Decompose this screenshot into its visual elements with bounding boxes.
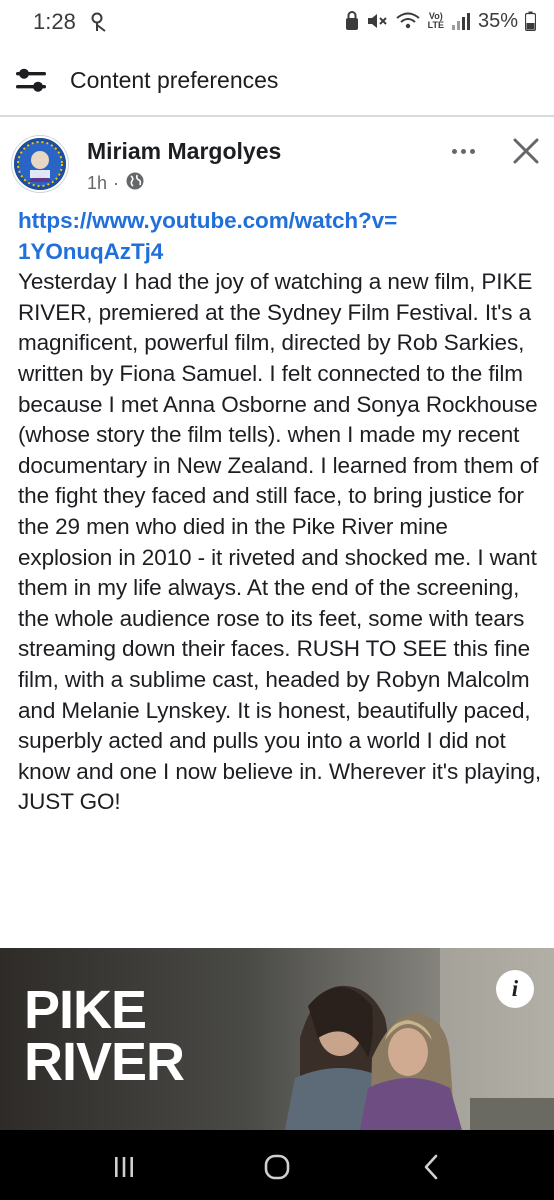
- mute-icon: [366, 11, 388, 31]
- volte-icon: Vo) LTE: [428, 12, 444, 30]
- dot-icon: [460, 148, 466, 154]
- post-body: https://www.youtube.com/watch?v= 1YOnuqA…: [18, 206, 548, 818]
- info-icon[interactable]: i: [496, 970, 534, 1008]
- post-author[interactable]: Miriam Margolyes: [87, 138, 281, 165]
- dot-icon: [451, 148, 457, 154]
- poster-title-line-2: RIVER: [24, 1032, 185, 1092]
- avatar[interactable]: [12, 136, 68, 192]
- status-icons: Vo) LTE 35%: [345, 8, 536, 34]
- globe-icon: [125, 171, 145, 196]
- post-link[interactable]: https://www.youtube.com/watch?v= 1YOnuqA…: [18, 206, 548, 267]
- signal-icon: [451, 11, 471, 31]
- header-divider: [0, 115, 554, 117]
- sliders-icon[interactable]: [16, 66, 50, 99]
- poster-title: PIKE RIVER: [24, 980, 185, 1092]
- meta-separator: ·: [113, 173, 120, 193]
- dot-icon: [469, 148, 475, 154]
- home-icon[interactable]: [257, 1152, 297, 1182]
- volte-label-bottom: LTE: [427, 20, 444, 30]
- back-icon[interactable]: [412, 1152, 452, 1182]
- post-text: Yesterday I had the joy of watching a ne…: [18, 269, 542, 815]
- header-title: Content preferences: [70, 67, 279, 93]
- status-bar: 1:28 Vo) LTE 35%: [0, 0, 554, 44]
- post-time[interactable]: 1h: [87, 173, 107, 194]
- recents-icon[interactable]: [104, 1152, 144, 1182]
- more-options-button[interactable]: [441, 138, 485, 164]
- close-icon[interactable]: [508, 133, 544, 169]
- wifi-icon: [395, 11, 421, 31]
- battery-percent: 35%: [477, 9, 518, 32]
- poster-title-line-1: PIKE: [24, 980, 147, 1040]
- post-meta: 1h ·: [87, 171, 145, 196]
- battery-icon: [525, 11, 536, 31]
- lock-icon: [345, 11, 359, 31]
- system-navigation-bar: [0, 1130, 554, 1200]
- recording-icon: [88, 11, 110, 38]
- link-preview-image[interactable]: PIKE RIVER i: [0, 948, 554, 1130]
- status-time: 1:28: [33, 9, 76, 34]
- content-preferences-header[interactable]: Content preferences: [0, 52, 554, 108]
